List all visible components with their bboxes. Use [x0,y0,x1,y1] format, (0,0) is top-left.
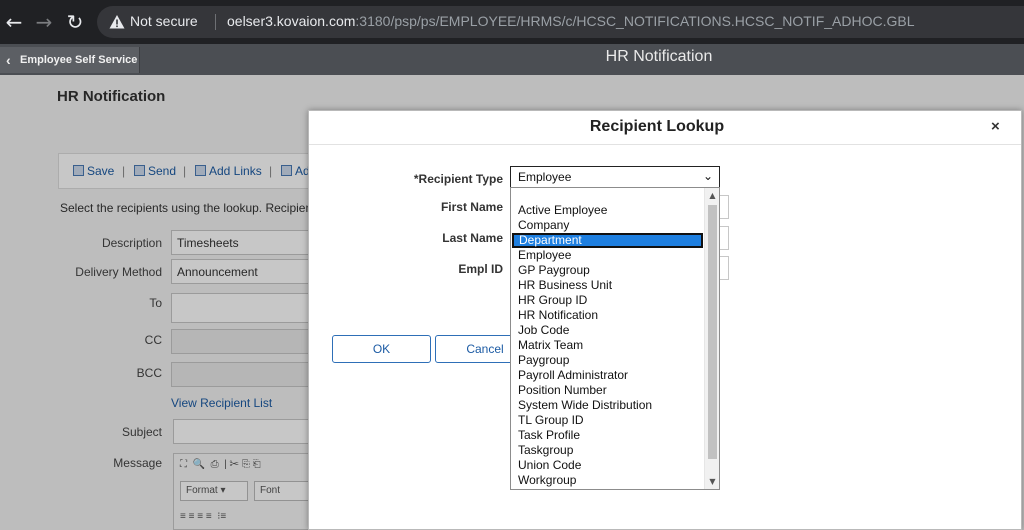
chevron-down-icon: ⌄ [702,169,713,183]
dropdown-option[interactable]: Union Code [511,458,704,473]
browser-toolbar: ← → ↻ Not secure oelser3.kovaion.com:318… [0,0,1024,44]
dropdown-option[interactable]: Matrix Team [511,338,704,353]
dropdown-option[interactable]: Payroll Administrator [511,368,704,383]
close-icon[interactable]: × [991,118,1000,135]
dropdown-option[interactable]: Company [511,218,704,233]
first-name-label: First Name [440,200,503,214]
dropdown-option[interactable]: Task Profile [511,428,704,443]
dialog-title: Recipient Lookup [589,118,725,135]
dropdown-option[interactable]: Job Code [511,323,704,338]
dropdown-option[interactable]: HR Notification [511,308,704,323]
dropdown-option[interactable]: GP Paygroup [511,263,704,278]
arrow-right-icon[interactable]: → [32,10,56,34]
dropdown-option[interactable]: HR Group ID [511,293,704,308]
app-title: HR Notification [605,48,713,65]
recipient-type-label: *Recipient Type [413,172,503,186]
recipient-type-select[interactable]: Employee ⌄ [510,166,720,188]
divider [215,14,216,30]
address-bar[interactable]: Not secure oelser3.kovaion.com:3180/psp/… [97,6,1024,38]
dropdown-scrollbar[interactable]: ▲ ▼ [704,188,719,489]
reload-icon[interactable]: ↻ [63,10,87,34]
arrow-left-icon[interactable]: ← [2,10,26,34]
dropdown-option[interactable]: Taskgroup [511,443,704,458]
dialog-header: Recipient Lookup × [309,111,1021,145]
dropdown-option[interactable]: Employee [511,248,704,263]
dropdown-option[interactable]: HR Business Unit [511,278,704,293]
dropdown-option[interactable]: Position Number [511,383,704,398]
dropdown-option-blank[interactable] [511,189,704,204]
recipient-type-value: Employee [518,170,572,184]
dropdown-option[interactable]: Active Employee [511,203,704,218]
url-path: :3180/psp/ps/EMPLOYEE/HRMS/c/HCSC_NOTIFI… [355,13,915,29]
scroll-down-icon[interactable]: ▼ [705,474,720,489]
security-label[interactable]: Not secure [130,13,198,29]
dropdown-option[interactable]: System Wide Distribution [511,398,704,413]
recipient-type-options[interactable]: Active Employee Company Department Emplo… [510,187,720,490]
url-text[interactable]: oelser3.kovaion.com:3180/psp/ps/EMPLOYEE… [227,13,915,29]
dropdown-option[interactable]: Paygroup [511,353,704,368]
app-header: ‹ Employee Self Service HR Notification [0,44,1024,75]
ok-button[interactable]: OK [332,335,431,363]
dropdown-option-highlighted[interactable]: Department [512,233,703,248]
empl-id-label: Empl ID [458,262,503,276]
scrollbar-thumb[interactable] [708,205,717,459]
dropdown-option[interactable]: TL Group ID [511,413,704,428]
last-name-label: Last Name [442,231,503,245]
url-host: oelser3.kovaion.com [227,13,356,29]
scroll-up-icon[interactable]: ▲ [705,188,720,203]
warning-icon [109,15,125,29]
dropdown-option[interactable]: Workgroup [511,473,704,488]
